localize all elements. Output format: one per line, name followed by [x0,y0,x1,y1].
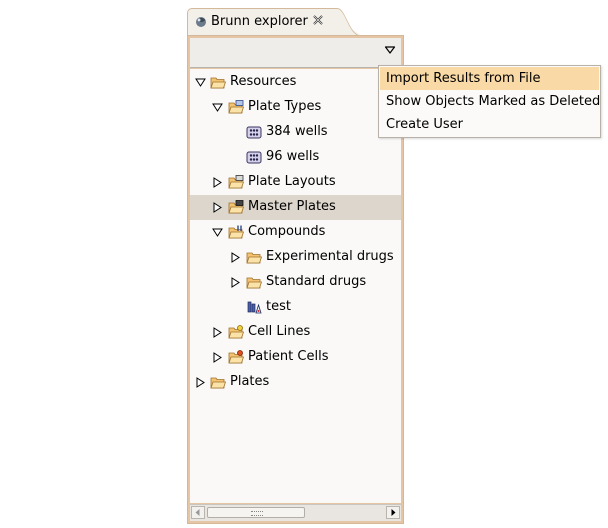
folder-open-icon [246,277,262,289]
tree-item-resources[interactable]: Resources [190,70,401,95]
tree-item-label: Cell Lines [248,324,311,339]
folder-open-icon [210,377,226,389]
tree-item-label: Standard drugs [266,274,367,289]
tree-item-plate-types[interactable]: Plate Types [190,95,401,120]
tab-edge [324,8,363,37]
arrow-left-icon [195,509,200,516]
arrow-right-icon [391,509,396,516]
horizontal-scrollbar[interactable] [190,504,401,521]
expanded-arrow-icon[interactable] [212,227,223,238]
tree-item-plates[interactable]: Plates [190,370,401,395]
tree-item-cell-lines[interactable]: Cell Lines [190,320,401,345]
tree-item-label: 96 wells [266,149,320,164]
collapsed-arrow-icon[interactable] [212,352,223,363]
close-icon[interactable] [312,14,324,26]
explorer-tree: Resources Plate Types 384 wells 96 wells [190,69,401,503]
menu-item-label: Show Objects Marked as Deleted [386,94,601,109]
tree-item-patient-cells[interactable]: Patient Cells [190,345,401,370]
grip-icon [251,511,263,516]
folder-open-icon [228,225,244,239]
tree-item-plate-layouts[interactable]: Plate Layouts [190,170,401,195]
view-title: Brunn explorer [211,14,308,29]
tree-item-test[interactable]: test [190,295,401,320]
tree-item-label: Plate Types [248,99,322,114]
tree-item-label: test [266,299,291,314]
collapsed-arrow-icon[interactable] [195,377,206,388]
tree-item-label: Master Plates [248,199,336,214]
menu-item-create-user[interactable]: Create User [380,113,599,136]
collapsed-arrow-icon[interactable] [212,327,223,338]
folder-open-icon [210,77,226,89]
tree-item-label: Plates [230,374,270,389]
scroll-left-button[interactable] [191,506,205,519]
view-menu-dropdown: Import Results from File Show Objects Ma… [378,65,601,138]
ball-icon [196,17,206,27]
menu-item-label: Create User [386,117,463,132]
tree-item-label: Patient Cells [248,349,329,364]
tree-item-experimental-drugs[interactable]: Experimental drugs [190,245,401,270]
menu-item-show-deleted[interactable]: Show Objects Marked as Deleted [380,90,601,113]
collapsed-arrow-icon[interactable] [230,277,241,288]
tree-item-compounds[interactable]: Compounds [190,220,401,245]
expanded-arrow-icon[interactable] [195,77,206,88]
tree-item-label: Plate Layouts [248,174,336,189]
tree-item-label: Experimental drugs [266,249,394,264]
folder-open-icon [228,350,244,364]
tree-item-standard-drugs[interactable]: Standard drugs [190,270,401,295]
folder-open-icon [228,200,244,214]
scroll-thumb[interactable] [207,507,305,518]
plate-icon [246,151,262,164]
menu-item-label: Import Results from File [386,71,541,86]
view-toolbar [190,38,401,68]
tree-item-master-plates[interactable]: Master Plates [190,195,401,220]
collapsed-arrow-icon[interactable] [230,252,241,263]
scroll-right-button[interactable] [386,506,400,519]
plate-icon [246,126,262,139]
tree-item-label: Resources [230,74,297,89]
folder-open-icon [246,252,262,264]
collapsed-arrow-icon[interactable] [212,177,223,188]
view-frame: Resources Plate Types 384 wells 96 wells [187,35,404,524]
menu-item-import-results[interactable]: Import Results from File [380,67,599,90]
compound-icon [247,301,262,314]
tree-item-384-wells[interactable]: 384 wells [190,120,401,145]
folder-open-icon [228,325,244,339]
collapsed-arrow-icon[interactable] [212,202,223,213]
folder-open-icon [228,175,244,189]
chevron-down-icon[interactable] [384,45,396,55]
tree-item-96-wells[interactable]: 96 wells [190,145,401,170]
tree-item-label: Compounds [248,224,326,239]
expanded-arrow-icon[interactable] [212,102,223,113]
folder-open-icon [228,100,244,114]
tree-item-label: 384 wells [266,124,328,139]
view-tab[interactable]: Brunn explorer [187,8,337,36]
brunn-explorer-view: Brunn explorer Resources Plate Types 384… [187,8,404,524]
